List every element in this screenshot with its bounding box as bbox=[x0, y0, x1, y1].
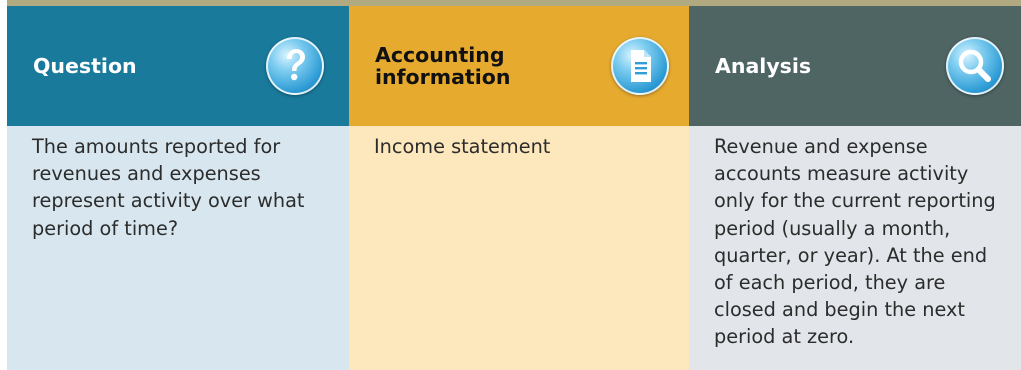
magnifier-icon bbox=[946, 37, 1004, 95]
accounting-header-title: Accounting information bbox=[375, 42, 511, 89]
accounting-header: Accounting information bbox=[349, 6, 689, 126]
question-body: The amounts reported for revenues and ex… bbox=[7, 126, 349, 370]
document-icon bbox=[611, 37, 669, 95]
question-header: Question bbox=[7, 6, 349, 126]
decision-table: Question The amounts reported for revenu… bbox=[7, 0, 1021, 370]
question-column: Question The amounts reported for revenu… bbox=[7, 6, 349, 370]
accounting-column: Accounting information Income statement bbox=[349, 6, 689, 370]
analysis-column: Analysis Revenue and expense accounts me… bbox=[689, 6, 1021, 370]
analysis-header: Analysis bbox=[689, 6, 1021, 126]
analysis-header-title: Analysis bbox=[715, 53, 812, 78]
analysis-body: Revenue and expense accounts measure act… bbox=[689, 126, 1021, 370]
question-header-title: Question bbox=[33, 53, 137, 78]
accounting-body: Income statement bbox=[349, 126, 689, 370]
question-icon bbox=[266, 37, 324, 95]
